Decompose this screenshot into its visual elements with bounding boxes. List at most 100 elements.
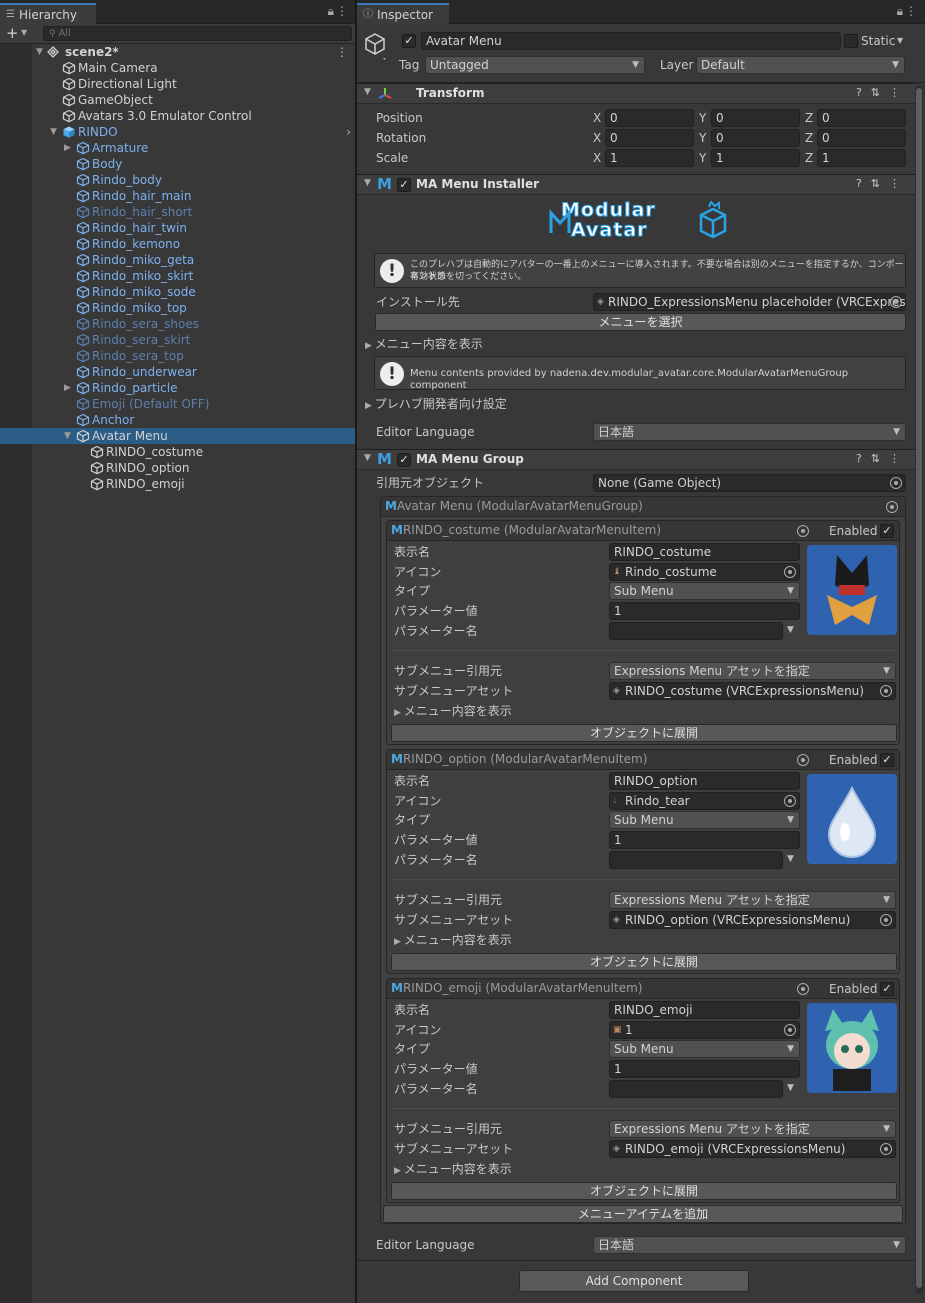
object-name-field[interactable]: Avatar Menu (421, 32, 841, 50)
menu-group-header[interactable]: ▼ M ✓ MA Menu Group ?⇅⋮ (357, 449, 915, 470)
transform-position-field[interactable]: 0 (817, 109, 906, 127)
select-menu-button[interactable]: メニューを選択 (375, 313, 906, 331)
create-plus-icon[interactable]: + (6, 24, 19, 42)
hierarchy-row[interactable]: RINDO_emoji (0, 476, 356, 492)
kebab-menu-icon[interactable]: ⋮ (905, 4, 917, 18)
editor-language-dropdown[interactable]: 日本語 ▼ (593, 423, 906, 441)
scene-menu-icon[interactable]: ⋮ (336, 44, 348, 60)
object-picker-icon[interactable] (880, 914, 892, 926)
expand-to-objects-button[interactable]: オブジェクトに展開 (391, 953, 897, 971)
hierarchy-row[interactable]: GameObject (0, 92, 356, 108)
hierarchy-row[interactable]: Rindo_hair_main (0, 188, 356, 204)
layer-dropdown[interactable]: Default ▼ (696, 56, 905, 74)
object-picker-icon[interactable] (890, 296, 902, 308)
object-picker-icon[interactable] (890, 477, 902, 489)
hierarchy-row[interactable]: Rindo_body (0, 172, 356, 188)
transform-scale-field[interactable]: 1 (817, 149, 906, 167)
show-contents-foldout[interactable]: ▶ メニュー内容を表示 (394, 1161, 512, 1179)
submenu-asset-field[interactable]: ◈ RINDO_emoji (VRCExpressionsMenu) (609, 1140, 896, 1158)
display-name-field[interactable]: RINDO_costume (609, 543, 800, 561)
transform-rotation-field[interactable]: 0 (605, 129, 694, 147)
submenu-source-dropdown[interactable]: Expressions Menu アセットを指定 ▼ (609, 891, 896, 909)
inspector-scrollbar[interactable] (915, 86, 923, 1294)
scene-row[interactable]: ▼ scene2* ⋮ (0, 44, 356, 60)
submenu-source-dropdown[interactable]: Expressions Menu アセットを指定 ▼ (609, 1120, 896, 1138)
transform-rotation-field[interactable]: 0 (817, 129, 906, 147)
active-checkbox[interactable]: ✓ (402, 34, 416, 48)
hierarchy-row[interactable]: Rindo_underwear (0, 364, 356, 380)
source-object-field[interactable]: None (Game Object) (593, 474, 906, 492)
hierarchy-row[interactable]: Body (0, 156, 356, 172)
show-menu-contents-foldout[interactable]: ▶ メニュー内容を表示 (365, 336, 483, 354)
menu-installer-header[interactable]: ▼ M ✓ MA Menu Installer ?⇅⋮ (357, 174, 915, 195)
param-name-field[interactable] (609, 622, 783, 640)
expand-to-objects-button[interactable]: オブジェクトに展開 (391, 1182, 897, 1200)
group-enabled-checkbox[interactable]: ✓ (397, 453, 411, 467)
enabled-checkbox[interactable]: ✓ (880, 982, 894, 996)
object-picker-icon[interactable] (797, 525, 809, 537)
fold-arrow-icon[interactable]: ▼ (64, 428, 71, 444)
add-component-button[interactable]: Add Component (519, 1270, 749, 1292)
show-contents-foldout[interactable]: ▶ メニュー内容を表示 (394, 932, 512, 950)
hierarchy-row[interactable]: Anchor (0, 412, 356, 428)
fold-arrow-icon[interactable]: ▶ (64, 140, 71, 156)
enabled-checkbox[interactable]: ✓ (880, 753, 894, 767)
icon-field[interactable]: 💧︎ Rindo_tear (609, 792, 800, 810)
object-picker-icon[interactable] (797, 754, 809, 766)
editor-language-dropdown-2[interactable]: 日本語 ▼ (593, 1236, 906, 1254)
component-header-icons[interactable]: ?⇅⋮ (856, 86, 909, 99)
static-checkbox[interactable] (844, 34, 858, 48)
gameobject-icon[interactable] (363, 31, 389, 61)
type-dropdown[interactable]: Sub Menu ▼ (609, 1040, 800, 1058)
object-picker-icon[interactable] (784, 566, 796, 578)
param-value-field[interactable]: 1 (609, 1060, 800, 1078)
hierarchy-search-input[interactable]: ⚲ All (43, 26, 352, 41)
transform-position-field[interactable]: 0 (711, 109, 800, 127)
hierarchy-row[interactable]: Rindo_miko_top (0, 300, 356, 316)
prefab-dev-settings-foldout[interactable]: ▶ プレハブ開発者向け設定 (365, 396, 507, 414)
param-name-field[interactable] (609, 1080, 783, 1098)
object-picker-icon[interactable] (880, 1143, 892, 1155)
submenu-source-dropdown[interactable]: Expressions Menu アセットを指定 ▼ (609, 662, 896, 680)
param-value-field[interactable]: 1 (609, 602, 800, 620)
submenu-asset-field[interactable]: ◈ RINDO_option (VRCExpressionsMenu) (609, 911, 896, 929)
tab-hierarchy[interactable]: ☰ Hierarchy (0, 3, 96, 24)
hierarchy-row[interactable]: ▶ Rindo_particle (0, 380, 356, 396)
object-picker-icon[interactable] (886, 501, 898, 513)
hierarchy-row[interactable]: Avatars 3.0 Emulator Control (0, 108, 356, 124)
chevron-down-icon[interactable]: ▼ (787, 625, 794, 635)
fold-arrow-icon[interactable]: ▼ (50, 124, 57, 140)
show-contents-foldout[interactable]: ▶ メニュー内容を表示 (394, 703, 512, 721)
object-picker-icon[interactable] (784, 795, 796, 807)
component-header-icons[interactable]: ?⇅⋮ (856, 177, 909, 190)
hierarchy-row[interactable]: RINDO_costume (0, 444, 356, 460)
enabled-checkbox[interactable]: ✓ (880, 524, 894, 538)
type-dropdown[interactable]: Sub Menu ▼ (609, 582, 800, 600)
lock-icon[interactable]: 🔒︎ (897, 4, 903, 19)
param-value-field[interactable]: 1 (609, 831, 800, 849)
kebab-menu-icon[interactable]: ⋮ (336, 4, 348, 18)
hierarchy-row[interactable]: Rindo_miko_skirt (0, 268, 356, 284)
chevron-right-icon[interactable]: › (346, 124, 351, 140)
static-dropdown-icon[interactable]: ▼ (897, 36, 903, 45)
chevron-down-icon[interactable]: ▼ (787, 854, 794, 864)
hierarchy-row[interactable]: ▼ RINDO › (0, 124, 356, 140)
hierarchy-row[interactable]: Rindo_miko_geta (0, 252, 356, 268)
object-picker-icon[interactable] (784, 1024, 796, 1036)
submenu-asset-field[interactable]: ◈ RINDO_costume (VRCExpressionsMenu) (609, 682, 896, 700)
object-picker-icon[interactable] (797, 983, 809, 995)
expand-to-objects-button[interactable]: オブジェクトに展開 (391, 724, 897, 742)
inspector-scrollbar-thumb[interactable] (916, 88, 922, 1288)
fold-arrow-icon[interactable]: ▼ (364, 178, 371, 188)
hierarchy-row[interactable]: Rindo_kemono (0, 236, 356, 252)
hierarchy-row[interactable]: ▼ Avatar Menu (0, 428, 356, 444)
fold-arrow-icon[interactable]: ▼ (364, 453, 371, 463)
icon-field[interactable]: ▣ 1 (609, 1021, 800, 1039)
hierarchy-row[interactable]: Directional Light (0, 76, 356, 92)
chevron-down-icon[interactable]: ▼ (787, 1083, 794, 1093)
installer-enabled-checkbox[interactable]: ✓ (397, 178, 411, 192)
transform-position-field[interactable]: 0 (605, 109, 694, 127)
component-header-icons[interactable]: ?⇅⋮ (856, 452, 909, 465)
create-dropdown-icon[interactable]: ▼ (21, 28, 27, 37)
fold-arrow-icon[interactable]: ▼ (364, 87, 371, 97)
